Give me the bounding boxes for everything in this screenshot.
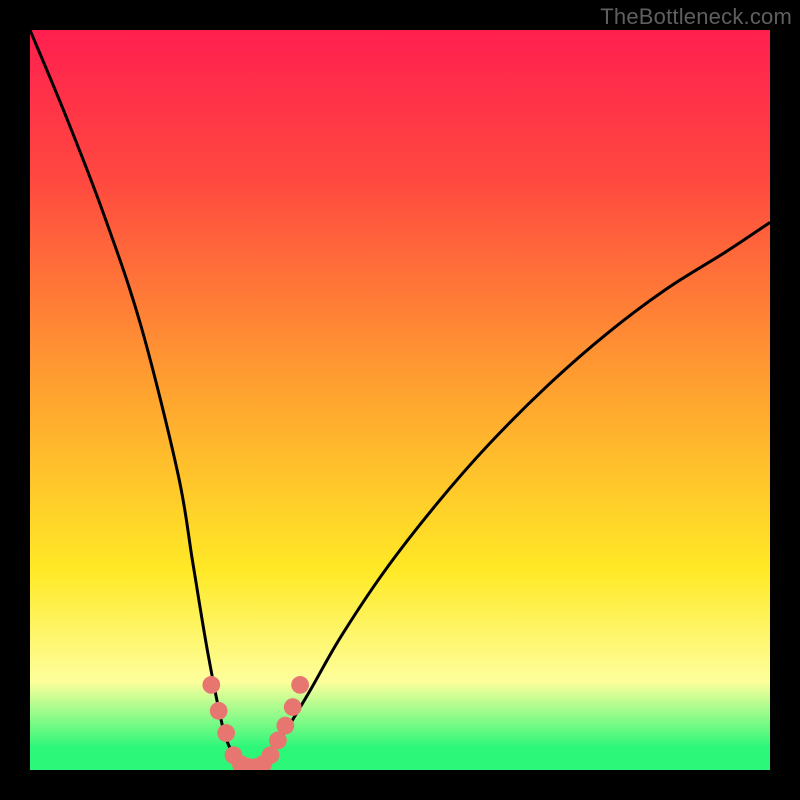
curve-marker (202, 676, 220, 694)
curve-marker (210, 702, 228, 720)
bottleneck-curve (30, 30, 770, 770)
curve-marker (291, 676, 309, 694)
curve-marker (284, 698, 302, 716)
plot-area (30, 30, 770, 770)
curve-marker (276, 717, 294, 735)
watermark-text: TheBottleneck.com (600, 4, 792, 30)
curve-marker (217, 724, 235, 742)
chart-frame: TheBottleneck.com (0, 0, 800, 800)
